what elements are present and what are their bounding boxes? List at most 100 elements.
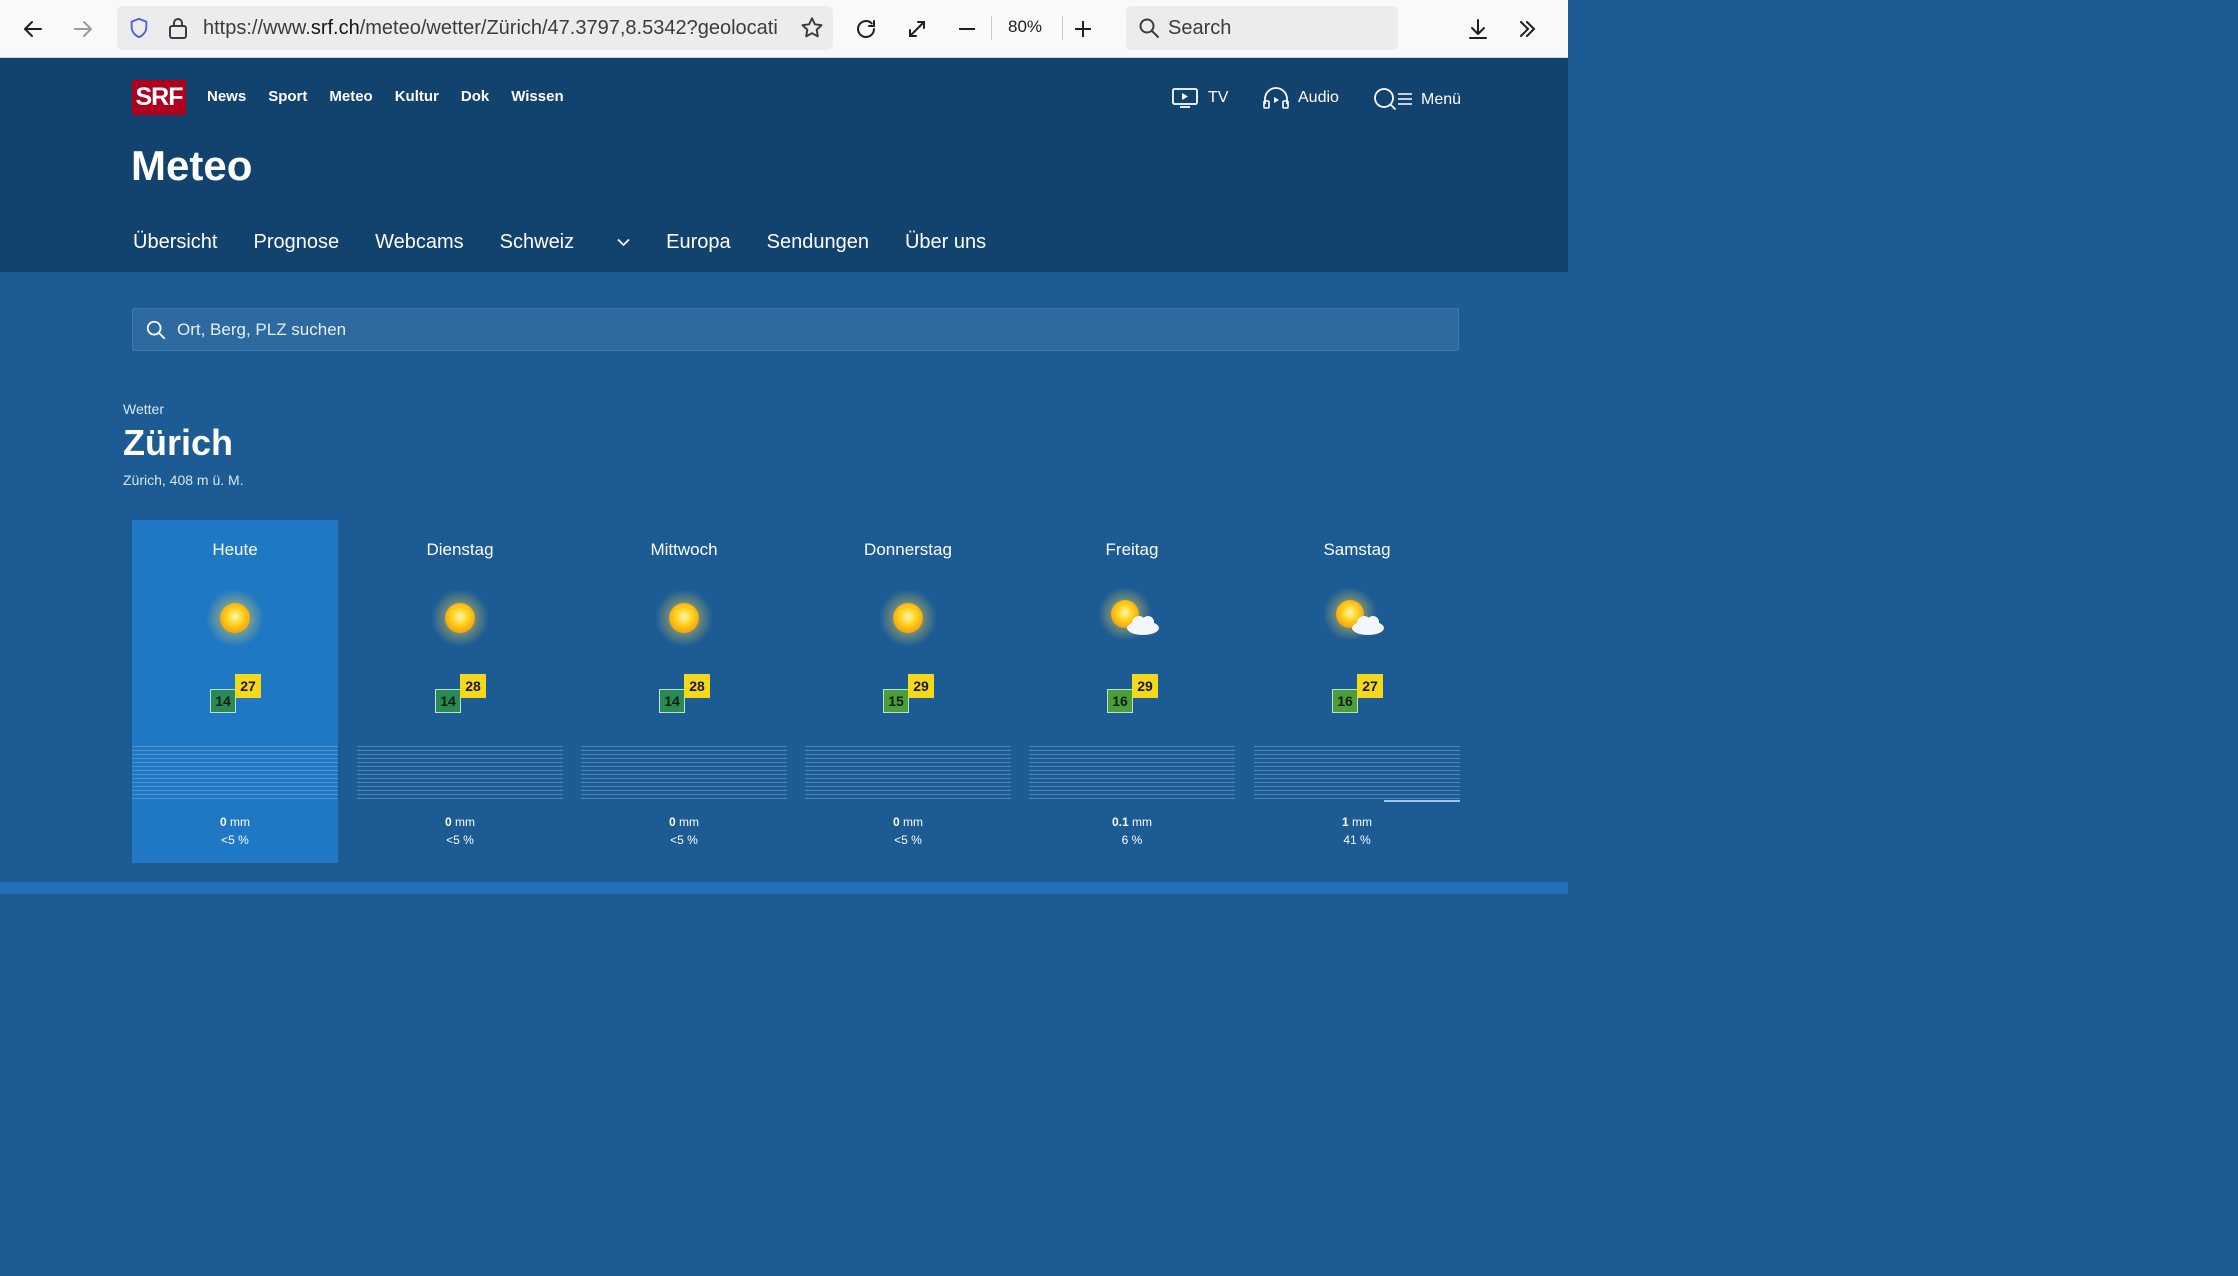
search-menu-icon: [1374, 88, 1412, 111]
subnav-ueber-uns[interactable]: Über uns: [905, 231, 986, 254]
forecast-day-card[interactable]: Heute 14 27 0 mm <5 %: [132, 520, 338, 863]
shield-icon[interactable]: [128, 17, 150, 39]
sun-icon: [206, 589, 264, 647]
overflow-menu-button[interactable]: [1512, 14, 1542, 44]
precipitation-amount: 0 mm: [357, 815, 563, 829]
sun-icon: [431, 589, 489, 647]
audio-link[interactable]: Audio: [1262, 86, 1339, 110]
headphones-icon: [1263, 87, 1289, 109]
precipitation-unit: mm: [455, 815, 476, 829]
menu-button[interactable]: Menü: [1372, 86, 1461, 114]
browser-search-placeholder: Search: [1168, 17, 1232, 39]
bottom-strip: [0, 882, 1568, 894]
weather-icon: [202, 588, 268, 648]
url-path: /meteo/wetter/Zürich/47.3797,8.5342?geol…: [359, 17, 778, 39]
chevron-down-icon: [617, 238, 630, 247]
srf-logo[interactable]: SRF: [132, 80, 186, 115]
tv-icon: [1172, 88, 1198, 108]
arrow-right-icon: [74, 21, 92, 37]
city-title: Zürich: [123, 422, 234, 463]
page-title[interactable]: Meteo: [131, 142, 252, 190]
subnav-europa[interactable]: Europa: [666, 231, 731, 254]
expand-icon: [909, 21, 925, 37]
topnav-kultur[interactable]: Kultur: [395, 88, 439, 105]
temp-max: 29: [1132, 674, 1158, 698]
url-text[interactable]: https://www.srf.ch/meteo/wetter/Zürich/4…: [203, 17, 788, 40]
subnav-uebersicht[interactable]: Übersicht: [133, 231, 217, 254]
tv-link[interactable]: TV: [1171, 86, 1228, 110]
browser-toolbar: https://www.srf.ch/meteo/wetter/Zürich/4…: [0, 0, 1568, 58]
precipitation-amount: 0 mm: [581, 815, 787, 829]
arrow-left-icon: [24, 21, 42, 37]
downloads-button[interactable]: [1463, 14, 1493, 44]
topnav-sport[interactable]: Sport: [268, 88, 307, 105]
lock-icon[interactable]: [167, 16, 189, 40]
wetter-label: Wetter: [123, 401, 164, 417]
site-header: SRF News Sport Meteo Kultur Dok Wissen T…: [0, 58, 1568, 272]
back-button[interactable]: [18, 14, 48, 44]
zoom-level[interactable]: 80%: [1008, 17, 1042, 37]
location-search-input[interactable]: Ort, Berg, PLZ suchen: [132, 308, 1459, 351]
toolbar-divider: [991, 16, 992, 40]
precipitation-probability: 41 %: [1343, 833, 1371, 847]
precipitation-value: 0: [892, 815, 900, 829]
forecast-day-card[interactable]: Mittwoch 14 28 0 mm <5 %: [581, 520, 787, 863]
precipitation-unit: mm: [679, 815, 700, 829]
temp-max: 29: [908, 674, 934, 698]
weather-icon: [1098, 587, 1165, 648]
day-name: Dienstag: [426, 540, 494, 559]
forecast-day-card[interactable]: Freitag 16 29 0.1 mm 6 %: [1029, 520, 1235, 863]
weather-icon: [427, 588, 493, 648]
forecast-day-card[interactable]: Dienstag 14 28 0 mm <5 %: [357, 520, 563, 863]
precipitation-value: 0: [668, 815, 676, 829]
location-search-placeholder: Ort, Berg, PLZ suchen: [177, 320, 347, 339]
precipitation-chart: [1029, 746, 1235, 802]
precipitation-chart: [1254, 746, 1460, 802]
forward-button[interactable]: [68, 14, 98, 44]
reload-icon: [857, 20, 875, 38]
sun-cloud-icon: [1323, 587, 1384, 641]
topnav-wissen[interactable]: Wissen: [511, 88, 563, 105]
precipitation-chart: [357, 746, 563, 802]
day-name: Donnerstag: [864, 540, 952, 559]
sun-cloud-icon: [1098, 587, 1159, 641]
precipitation-probability: <5 %: [670, 833, 698, 847]
precipitation-amount: 0 mm: [805, 815, 1011, 829]
temp-max: 27: [235, 674, 261, 698]
precipitation-chart: [581, 746, 787, 802]
sun-icon: [879, 589, 937, 647]
forecast-day-card[interactable]: Samstag 16 27 1 mm 41 %: [1254, 520, 1460, 863]
reload-button[interactable]: [851, 14, 881, 44]
precipitation-amount: 0.1 mm: [1029, 815, 1235, 829]
tv-label: TV: [1208, 89, 1229, 106]
subnav-webcams[interactable]: Webcams: [375, 231, 464, 254]
browser-search-box[interactable]: Search: [1126, 6, 1398, 50]
star-icon[interactable]: [799, 15, 825, 41]
day-name: Heute: [212, 540, 258, 559]
temp-min: 15: [883, 689, 909, 713]
subnav-prognose[interactable]: Prognose: [253, 231, 339, 254]
precipitation-chart: [805, 746, 1011, 802]
download-icon: [1469, 19, 1487, 39]
zoom-out-button[interactable]: [952, 14, 982, 44]
precipitation-value: 1: [1341, 815, 1349, 829]
day-name: Freitag: [1105, 540, 1159, 559]
audio-label: Audio: [1298, 89, 1339, 106]
zoom-in-button[interactable]: [1068, 14, 1098, 44]
toolbar-divider: [1062, 16, 1063, 40]
url-domain: srf.ch: [310, 17, 360, 39]
temp-max: 28: [460, 674, 486, 698]
fullscreen-button[interactable]: [902, 14, 932, 44]
forecast-day-card[interactable]: Donnerstag 15 29 0 mm <5 %: [805, 520, 1011, 863]
sun-icon: [655, 589, 713, 647]
weather-icon: [1323, 587, 1390, 648]
topnav-meteo[interactable]: Meteo: [329, 88, 372, 105]
subnav-schweiz[interactable]: Schweiz: [500, 231, 630, 254]
topnav-news[interactable]: News: [207, 88, 246, 105]
weather-icon: [651, 588, 717, 648]
precipitation-probability: <5 %: [221, 833, 249, 847]
precipitation-unit: mm: [903, 815, 924, 829]
url-bar[interactable]: https://www.srf.ch/meteo/wetter/Zürich/4…: [117, 6, 833, 50]
subnav-sendungen[interactable]: Sendungen: [767, 231, 869, 254]
topnav-dok[interactable]: Dok: [461, 88, 489, 105]
